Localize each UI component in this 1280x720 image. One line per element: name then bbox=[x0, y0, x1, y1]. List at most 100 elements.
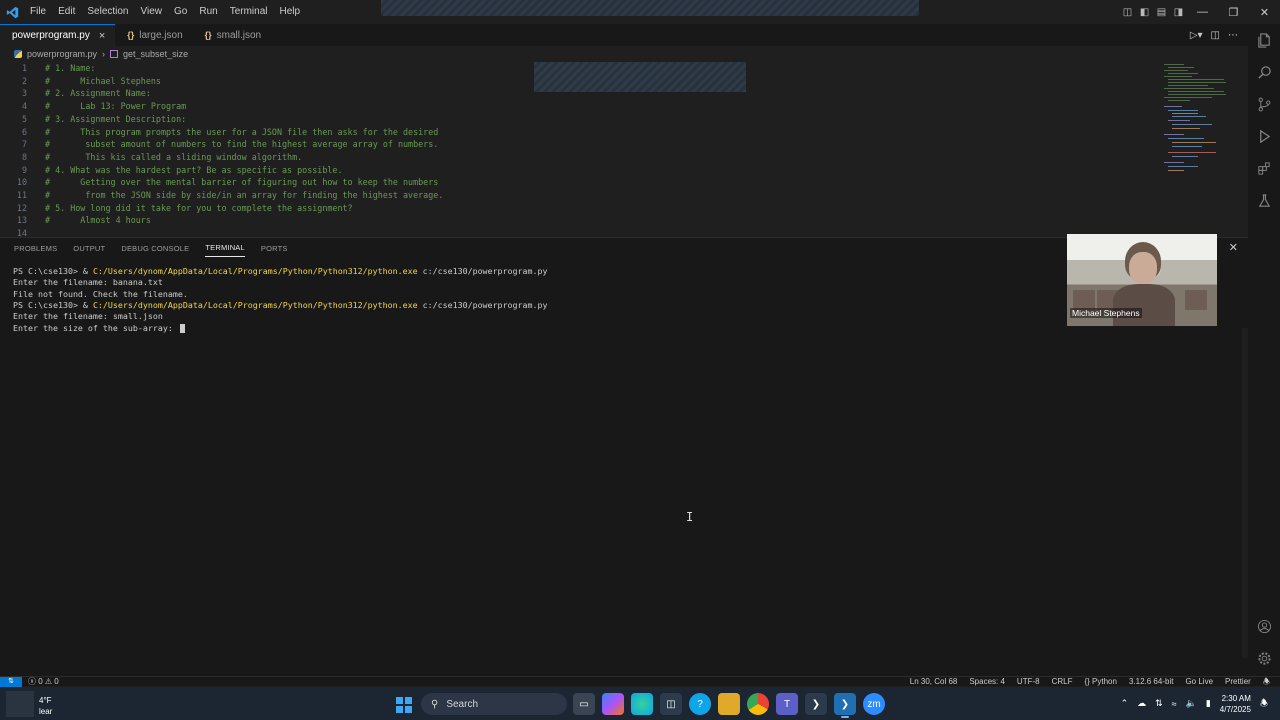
tab-output[interactable]: OUTPUT bbox=[73, 240, 105, 257]
tab-powerprogram[interactable]: powerprogram.py × bbox=[0, 24, 116, 46]
breadcrumb: powerprogram.py › get_subset_size bbox=[0, 46, 1248, 62]
close-tab-icon[interactable]: × bbox=[99, 30, 105, 42]
tab-ports[interactable]: PORTS bbox=[261, 240, 288, 257]
show-hidden-icons-chevron-icon[interactable]: ⌃ bbox=[1121, 698, 1129, 709]
start-windows-icon[interactable] bbox=[396, 697, 412, 713]
tab-terminal[interactable]: TERMINAL bbox=[205, 239, 245, 257]
toggle-panel-icon[interactable]: ▤ bbox=[1153, 0, 1170, 24]
menu-run[interactable]: Run bbox=[193, 0, 223, 24]
source-control-icon[interactable] bbox=[1252, 92, 1276, 116]
terminal-exe-path[interactable]: C:/Users/dynom/AppData/Local/Programs/Py… bbox=[93, 300, 418, 310]
testing-flask-icon[interactable] bbox=[1252, 188, 1276, 212]
network-icon[interactable]: ⇅ bbox=[1155, 698, 1163, 709]
chrome-icon[interactable] bbox=[747, 693, 769, 715]
toggle-secondary-sidebar-icon[interactable]: ◨ bbox=[1170, 0, 1187, 24]
onedrive-cloud-icon[interactable]: ☁ bbox=[1137, 698, 1146, 709]
menu-go[interactable]: Go bbox=[168, 0, 193, 24]
store-icon[interactable]: ◫ bbox=[660, 693, 682, 715]
file-encoding[interactable]: UTF-8 bbox=[1017, 677, 1040, 687]
language-mode[interactable]: {} Python bbox=[1084, 677, 1116, 687]
terminal-scrollbar[interactable] bbox=[1242, 328, 1248, 658]
code-line: 5 # 3. Assignment Description: bbox=[0, 113, 186, 126]
line-number: 4 bbox=[21, 101, 27, 112]
explorer-icon[interactable] bbox=[1252, 28, 1276, 52]
menu-view[interactable]: View bbox=[135, 0, 169, 24]
menu-edit[interactable]: Edit bbox=[52, 0, 81, 24]
line-endings[interactable]: CRLF bbox=[1052, 677, 1073, 687]
line-number: 14 bbox=[16, 228, 27, 236]
menu-help[interactable]: Help bbox=[274, 0, 307, 24]
breadcrumb-symbol[interactable]: get_subset_size bbox=[123, 49, 188, 59]
taskbar-search[interactable]: ⚲ Search bbox=[421, 693, 567, 715]
weather-widget[interactable]: 4°F lear bbox=[6, 691, 66, 717]
tab-debug-console[interactable]: DEBUG CONSOLE bbox=[121, 240, 189, 257]
toggle-sidebar-icon[interactable]: ◧ bbox=[1136, 0, 1153, 24]
extensions-icon[interactable] bbox=[1252, 156, 1276, 180]
run-icon[interactable]: ▷▾ bbox=[1190, 30, 1203, 41]
terminal-line: File not found. Check the filename. bbox=[13, 289, 188, 300]
line-number: 5 bbox=[21, 113, 27, 124]
menu-terminal[interactable]: Terminal bbox=[224, 0, 274, 24]
teams-icon[interactable]: T bbox=[776, 693, 798, 715]
notification-bell-icon[interactable]: 🕭 bbox=[1260, 696, 1268, 712]
split-editor-icon[interactable]: ◫ bbox=[1211, 30, 1220, 41]
terminal-input-line[interactable]: Enter the size of the sub-array: bbox=[13, 323, 185, 334]
close-window-button[interactable]: ✕ bbox=[1249, 0, 1280, 24]
minimap[interactable] bbox=[1160, 62, 1232, 182]
code-text: # subset amount of numbers to find the h… bbox=[45, 139, 439, 150]
code-text: # 2. Assignment Name: bbox=[45, 88, 151, 99]
json-braces-icon: {} bbox=[127, 30, 135, 40]
indentation[interactable]: Spaces: 4 bbox=[969, 677, 1005, 687]
more-actions-icon[interactable]: ⋯ bbox=[1228, 30, 1238, 41]
run-debug-icon[interactable] bbox=[1252, 124, 1276, 148]
volume-icon[interactable]: 🔈 bbox=[1186, 698, 1197, 709]
cursor-position[interactable]: Ln 30, Col 68 bbox=[910, 677, 958, 687]
tab-problems[interactable]: PROBLEMS bbox=[14, 240, 57, 257]
code-editor[interactable]: 1 # 1. Name: 2 # Michael Stephens 3 # 2. As… bbox=[0, 62, 1248, 236]
close-panel-icon[interactable]: ✕ bbox=[1229, 241, 1238, 254]
customize-layout-icon[interactable]: ◫ bbox=[1119, 0, 1136, 24]
prettier-button[interactable]: Prettier bbox=[1225, 677, 1251, 687]
terminal-exe-path[interactable]: C:/Users/dynom/AppData/Local/Programs/Py… bbox=[93, 266, 418, 276]
weather-temp: 4°F bbox=[39, 696, 52, 705]
terminal-cursor bbox=[179, 323, 185, 333]
clock[interactable]: 2:30 AM 4/7/2025 bbox=[1220, 693, 1251, 715]
battery-icon[interactable]: ▮ bbox=[1206, 698, 1211, 709]
editor-tab-bar: powerprogram.py × {} large.json {} small… bbox=[0, 24, 1248, 46]
tab-small-json[interactable]: {} small.json bbox=[193, 24, 271, 46]
command-center-redacted[interactable] bbox=[381, 0, 919, 16]
copilot-icon[interactable] bbox=[602, 693, 624, 715]
search-icon[interactable] bbox=[1252, 60, 1276, 84]
vscode-insiders-icon[interactable]: ❯ bbox=[805, 693, 827, 715]
go-live-button[interactable]: Go Live bbox=[1185, 677, 1213, 687]
wifi-icon[interactable]: ≈ bbox=[1172, 699, 1177, 709]
edge-browser-icon[interactable] bbox=[631, 693, 653, 715]
minimize-button[interactable]: — bbox=[1187, 0, 1218, 24]
tab-large-json[interactable]: {} large.json bbox=[115, 24, 192, 46]
restore-button[interactable]: ❐ bbox=[1218, 0, 1249, 24]
help-app-icon[interactable]: ? bbox=[689, 693, 711, 715]
interpreter-version[interactable]: 3.12.6 64-bit bbox=[1129, 677, 1173, 687]
code-line: 3 # 2. Assignment Name: bbox=[0, 87, 151, 100]
terminal-line: Enter the filename: small.json bbox=[13, 311, 163, 322]
code-line: 4 # Lab 13: Power Program bbox=[0, 100, 186, 113]
account-icon[interactable] bbox=[1252, 614, 1276, 638]
task-view-icon[interactable]: ▭ bbox=[573, 693, 595, 715]
file-explorer-icon[interactable] bbox=[718, 693, 740, 715]
code-text: # Almost 4 hours bbox=[45, 215, 151, 226]
remote-indicator-icon[interactable]: ⇅ bbox=[0, 677, 22, 687]
vscode-taskbar-icon[interactable]: ❯ bbox=[834, 693, 856, 718]
code-text: # 3. Assignment Description: bbox=[45, 113, 187, 124]
menu-selection[interactable]: Selection bbox=[81, 0, 134, 24]
settings-gear-icon[interactable] bbox=[1252, 646, 1276, 670]
menu-file[interactable]: File bbox=[24, 0, 52, 24]
notifications-bell-icon[interactable]: 🕭 bbox=[1263, 677, 1270, 687]
search-icon: ⚲ bbox=[431, 698, 439, 710]
breadcrumb-file[interactable]: powerprogram.py bbox=[27, 49, 97, 59]
zoom-icon[interactable]: zm bbox=[863, 693, 885, 715]
code-line: 13 # Almost 4 hours bbox=[0, 214, 151, 227]
vscode-logo-icon[interactable] bbox=[0, 0, 24, 24]
title-bar: File Edit Selection View Go Run Terminal… bbox=[0, 0, 1280, 24]
problems-counter[interactable]: ⓧ 0 ⚠ 0 bbox=[28, 677, 59, 687]
line-number: 8 bbox=[21, 151, 27, 162]
